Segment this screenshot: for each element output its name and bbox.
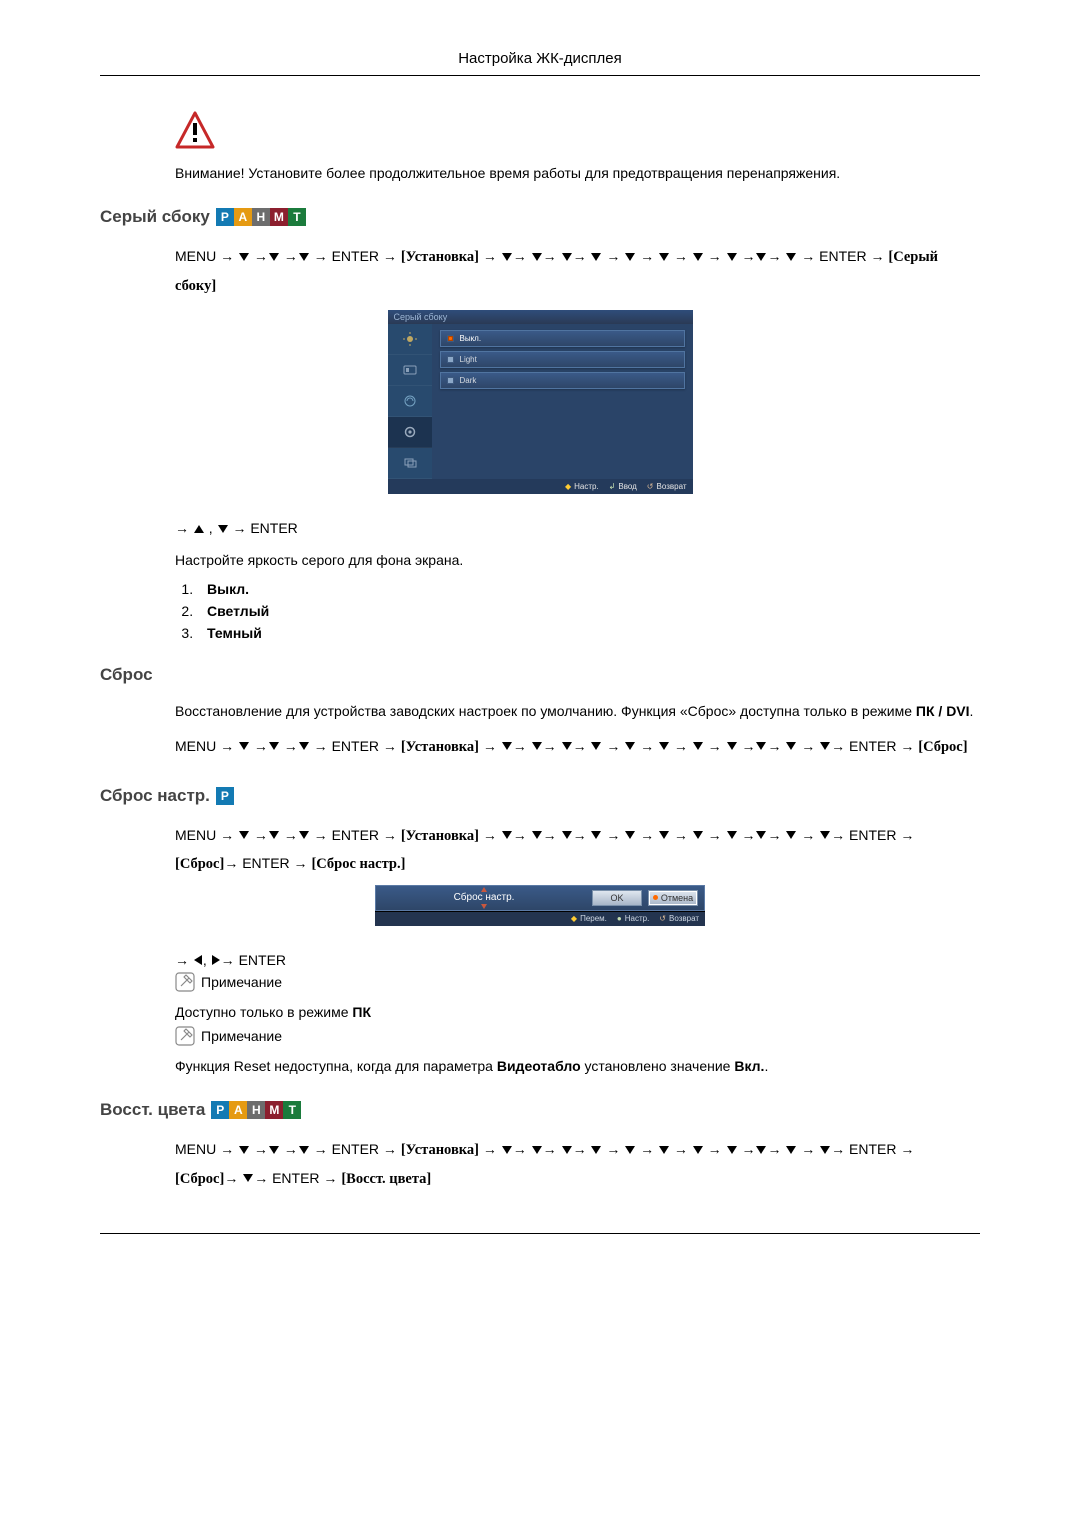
warning-icon xyxy=(175,111,980,149)
option-light: Светлый xyxy=(197,603,980,619)
section-gray-side: Серый сбоку P A H M T xyxy=(100,207,980,227)
badge-h-icon: H xyxy=(252,208,270,226)
osd-ok-button: OK xyxy=(592,890,642,906)
badge-h-icon: H xyxy=(247,1101,265,1119)
option-dark: Темный xyxy=(197,625,980,641)
input-icon xyxy=(388,355,432,386)
osd-footer: ◆Настр. ↲Ввод ↺Возврат xyxy=(388,479,693,494)
gear-icon xyxy=(388,417,432,448)
section-color-reset: Восст. цвета P A H M T xyxy=(100,1100,980,1120)
gray-side-nav-path: MENU → → → → ENTER → [Установка] → → → →… xyxy=(175,243,980,300)
badge-t-icon: T xyxy=(288,208,306,226)
section-reset-image: Сброс настр. P xyxy=(100,786,980,806)
gray-side-post-nav: → , → ENTER xyxy=(175,520,980,536)
gray-side-options: Выкл. Светлый Темный xyxy=(175,581,980,641)
mode-badges: P A H M T xyxy=(216,208,306,226)
note-label: Примечание xyxy=(201,1028,282,1044)
color-reset-nav-path: MENU → → → → ENTER → [Установка] → → → →… xyxy=(175,1136,980,1193)
osd-row: Dark xyxy=(440,372,685,389)
reset-unavailable-text: Функция Reset недоступна, когда для пара… xyxy=(175,1056,980,1076)
osd-reset-confirm: Сброс настр. OK Отмена ◆Перем. ●Настр. ↺… xyxy=(375,885,705,926)
badge-t-icon: T xyxy=(283,1101,301,1119)
note-icon xyxy=(175,1026,195,1046)
note-icon xyxy=(175,972,195,992)
header-rule xyxy=(100,75,980,76)
heading-text: Восст. цвета xyxy=(100,1100,205,1120)
footer-rule xyxy=(100,1233,980,1234)
sound-icon xyxy=(388,386,432,417)
mode-badges: P xyxy=(216,787,234,805)
badge-a-icon: A xyxy=(229,1101,247,1119)
osd-cancel-button: Отмена xyxy=(648,890,698,906)
reset-image-nav-path: MENU → → → → ENTER → [Установка] → → → →… xyxy=(175,822,980,879)
badge-p-icon: P xyxy=(211,1101,229,1119)
mode-badges: P A H M T xyxy=(211,1101,301,1119)
badge-m-icon: M xyxy=(265,1101,283,1119)
badge-m-icon: M xyxy=(270,208,288,226)
badge-p-icon: P xyxy=(216,787,234,805)
multi-icon xyxy=(388,448,432,479)
osd2-title: Сброс настр. xyxy=(454,893,515,903)
note-row-2: Примечание xyxy=(175,1026,980,1046)
badge-a-icon: A xyxy=(234,208,252,226)
heading-text: Серый сбоку xyxy=(100,207,210,227)
osd-row: Выкл. xyxy=(440,330,685,347)
option-off: Выкл. xyxy=(197,581,980,597)
section-reset: Сброс xyxy=(100,665,980,685)
brightness-icon xyxy=(388,324,432,355)
reset-image-post-nav: → , → ENTER xyxy=(175,952,980,968)
page-header: Настройка ЖК-дисплея xyxy=(100,50,980,67)
note-label: Примечание xyxy=(201,974,282,990)
osd-title: Серый сбоку xyxy=(388,310,693,324)
osd-gray-side-menu: Серый сбоку Выкл. Light Dark ◆Настр. ↲Вв… xyxy=(388,310,693,494)
reset-nav-path: MENU → → → → ENTER → [Установка] → → → →… xyxy=(175,733,980,762)
heading-text: Сброс настр. xyxy=(100,786,210,806)
osd2-footer: ◆Перем. ●Настр. ↺Возврат xyxy=(375,911,705,926)
warning-text: Внимание! Установите более продолжительн… xyxy=(175,163,980,183)
gray-side-desc: Настройте яркость серого для фона экрана… xyxy=(175,550,980,570)
heading-text: Сброс xyxy=(100,665,153,685)
pc-only-text: Доступно только в режиме ПК xyxy=(175,1002,980,1022)
osd-row: Light xyxy=(440,351,685,368)
reset-desc: Восстановление для устройства заводских … xyxy=(175,701,980,721)
osd-side-icons xyxy=(388,324,432,479)
note-row-1: Примечание xyxy=(175,972,980,992)
badge-p-icon: P xyxy=(216,208,234,226)
